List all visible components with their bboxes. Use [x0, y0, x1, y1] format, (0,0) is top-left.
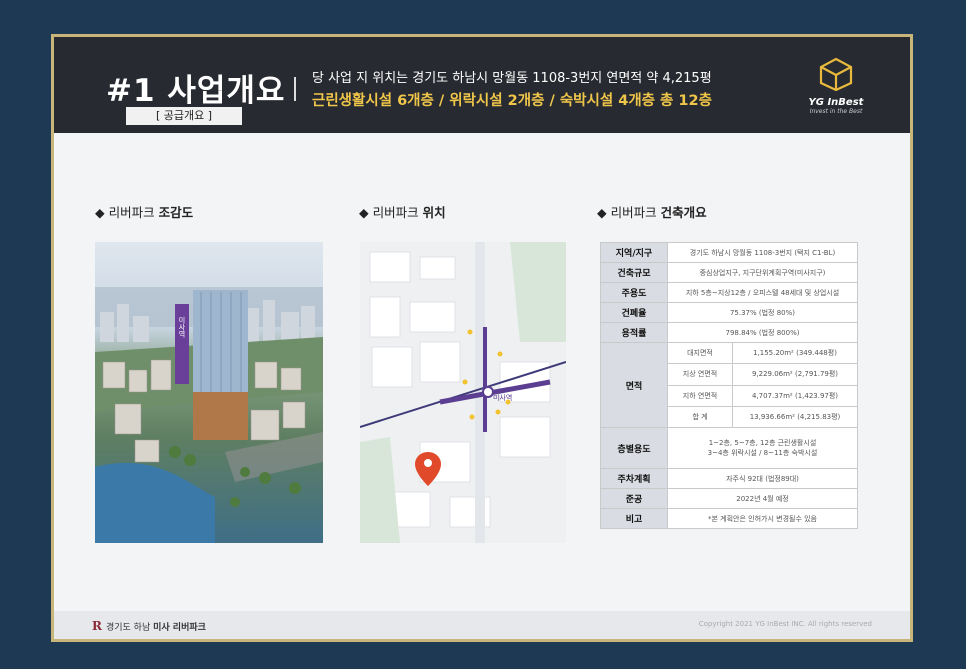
- floor-use-line: 1~2층, 5~7층, 12층 근린생활시설: [708, 439, 817, 447]
- floor-use-line: 3~4층 위락시설 / 8~11층 숙박시설: [707, 449, 818, 457]
- row-value: 자주식 92대 (법정89대): [667, 468, 858, 489]
- render-section-title: ◆ 리버파크 조감도: [95, 202, 193, 221]
- row-value: 중심상업지구, 지구단위계획구역(미사지구): [667, 262, 858, 283]
- row-key: 층별용도: [600, 427, 668, 469]
- section-prefix: ◆ 리버파크: [359, 205, 423, 220]
- row-key: 지역/지구: [600, 242, 668, 263]
- page-subtitle: [ 공급개요 ]: [126, 107, 242, 125]
- location-map: 미사역: [360, 242, 566, 543]
- slide-frame: #1 사업개요 [ 공급개요 ] 당 사업 지 위치는 경기도 하남시 망월동 …: [51, 34, 913, 642]
- table-row: 건폐율 75.37% (법정 80%): [600, 302, 858, 323]
- table-row: 용적률 798.84% (법정 800%): [600, 322, 858, 343]
- row-key: 건축규모: [600, 262, 668, 283]
- title-divider: [294, 77, 296, 101]
- table-row: 층별용도 1~2층, 5~7층, 12층 근린생활시설 3~4층 위락시설 / …: [600, 427, 858, 469]
- table-row: 주차계획 자주식 92대 (법정89대): [600, 468, 858, 489]
- row-key: 용적률: [600, 322, 668, 343]
- copyright-text: Copyright 2021 YG InBest INC. All rights…: [698, 620, 872, 628]
- row-value: 2022년 4월 예정: [667, 488, 858, 509]
- row-value: 지하 5층~지상12층 / 오피스텔 48세대 및 상업시설: [667, 282, 858, 303]
- section-bold: 조감도: [158, 205, 194, 220]
- area-sub-value: 13,936.66m² (4,215.83평): [732, 405, 858, 429]
- footer-prefix: 경기도 하남: [105, 623, 154, 633]
- row-value: 798.84% (법정 800%): [667, 322, 858, 343]
- table-row: 건축규모 중심상업지구, 지구단위계획구역(미사지구): [600, 262, 858, 283]
- section-bold: 위치: [422, 205, 446, 220]
- row-value: *본 계획안은 인허가시 변경될수 있음: [667, 508, 858, 529]
- table-row: 준공 2022년 4월 예정: [600, 488, 858, 509]
- slide-body: #1 사업개요 [ 공급개요 ] 당 사업 지 위치는 경기도 하남시 망월동 …: [54, 37, 910, 639]
- aerial-rendering-image: 미사역: [95, 242, 323, 543]
- row-key: 건폐율: [600, 302, 668, 323]
- row-value: 경기도 하남시 망월동 1108-3번지 (택지 C1-BL): [667, 242, 858, 263]
- area-sub-label: 지하 연면적: [667, 384, 733, 407]
- table-row: 면적 대지면적 1,155.20m² (349.448평): [600, 341, 858, 428]
- area-sub-value: 1,155.20m² (349.448평): [732, 341, 858, 365]
- area-sub-label: 대지면적: [667, 341, 733, 365]
- cube-logo-icon: [819, 57, 853, 92]
- logo-tagline: Invest in the Best: [809, 108, 863, 115]
- floor-summary: 근린생활시설 6개층 / 위락시설 2개층 / 숙박시설 4개층 총 12층: [312, 93, 712, 109]
- section-bold: 건축개요: [660, 205, 707, 220]
- footer-bold: 미사 리버파크: [153, 623, 206, 633]
- row-key: 주용도: [600, 282, 668, 303]
- building-sign: 미사역: [178, 316, 186, 339]
- row-key: 비고: [600, 508, 668, 529]
- company-logo: YG InBest Invest in the Best: [800, 57, 872, 119]
- section-prefix: ◆ 리버파크: [597, 205, 661, 220]
- overview-section-title: ◆ 리버파크 건축개요: [597, 202, 707, 221]
- row-value: 1~2층, 5~7층, 12층 근린생활시설 3~4층 위락시설 / 8~11층…: [667, 427, 858, 469]
- aerial-rendering-illustration: 미사역: [95, 287, 323, 543]
- row-key: 준공: [600, 488, 668, 509]
- area-sub-label: 합 계: [667, 405, 733, 429]
- footer-brand: R 경기도 하남 미사 리버파크: [92, 619, 206, 633]
- table-row: 지역/지구 경기도 하남시 망월동 1108-3번지 (택지 C1-BL): [600, 242, 858, 263]
- section-prefix: ◆ 리버파크: [95, 205, 159, 220]
- riverpark-logo-icon: R: [92, 619, 102, 633]
- row-value: 75.37% (법정 80%): [667, 302, 858, 323]
- table-row: 비고 *본 계획안은 인허가시 변경될수 있음: [600, 508, 858, 529]
- area-sub-value: 9,229.06m² (2,791.79평): [732, 363, 858, 386]
- header-bar: #1 사업개요 [ 공급개요 ] 당 사업 지 위치는 경기도 하남시 망월동 …: [54, 37, 910, 133]
- logo-name: YG InBest: [808, 97, 864, 108]
- location-summary: 당 사업 지 위치는 경기도 하남시 망월동 1108-3번지 연면적 약 4,…: [312, 71, 712, 86]
- area-sub-value: 4,707.37m² (1,423.97평): [732, 384, 858, 407]
- table-row: 주용도 지하 5층~지상12층 / 오피스텔 48세대 및 상업시설: [600, 282, 858, 303]
- location-map-illustration: 미사역: [360, 242, 566, 543]
- row-key: 주차계획: [600, 468, 668, 489]
- location-section-title: ◆ 리버파크 위치: [359, 202, 446, 221]
- row-key: 면적: [600, 342, 668, 428]
- page-title: #1 사업개요: [106, 73, 286, 109]
- footer-bar: R 경기도 하남 미사 리버파크 Copyright 2021 YG InBest…: [54, 611, 910, 639]
- area-sub-label: 지상 연면적: [667, 363, 733, 386]
- building-overview-table: 지역/지구 경기도 하남시 망월동 1108-3번지 (택지 C1-BL) 건축…: [600, 242, 858, 529]
